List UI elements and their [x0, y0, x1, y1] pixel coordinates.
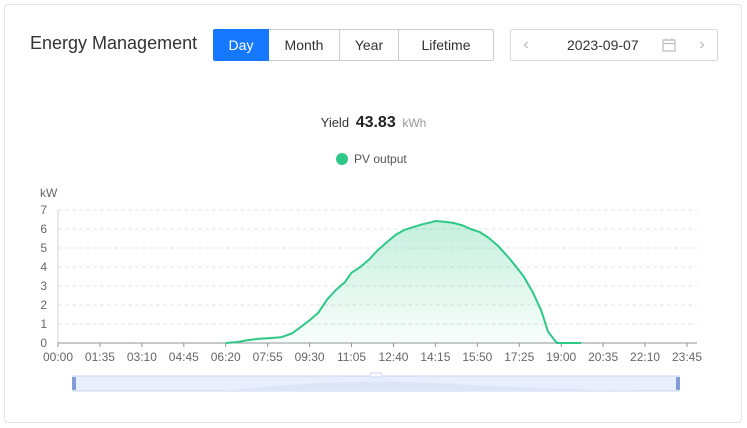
x-tick-label: 01:35: [85, 350, 115, 364]
x-tick-label: 12:40: [378, 350, 408, 364]
y-tick-label: 3: [40, 279, 47, 293]
power-chart: 0 1 2 3 4 5 6 7 kW 00:00 01:35 03:10 04:45 06:20 07:55…: [40, 186, 702, 392]
y-tick-label: 2: [40, 298, 47, 312]
zoom-slider[interactable]: [72, 372, 680, 392]
x-tick-label: 11:05: [337, 350, 366, 364]
zoom-handle-right[interactable]: [676, 377, 680, 390]
zoom-slider-grip[interactable]: [369, 372, 383, 378]
x-tick-label: 15:50: [462, 350, 492, 364]
x-tick-label: 20:35: [588, 350, 618, 364]
x-tick-label: 17:25: [504, 350, 534, 364]
x-tick-label: 19:00: [546, 350, 576, 364]
x-tick-label: 00:00: [43, 350, 73, 364]
x-tick-label: 09:30: [295, 350, 325, 364]
x-tick-label: 04:45: [169, 350, 199, 364]
x-tick-label: 23:45: [672, 350, 702, 364]
x-tick-label: 03:10: [127, 350, 157, 364]
y-tick-label: 4: [40, 260, 47, 274]
y-tick-label: 6: [40, 222, 47, 236]
x-tick-label: 14:15: [420, 350, 450, 364]
x-tick-label: 22:10: [630, 350, 660, 364]
zoom-handle-left[interactable]: [72, 377, 76, 390]
x-tick-label: 06:20: [211, 350, 241, 364]
y-tick-label: 5: [40, 241, 47, 255]
y-tick-label: 7: [40, 203, 47, 217]
x-tick-label: 07:55: [253, 350, 283, 364]
y-tick-label: 0: [40, 336, 47, 350]
y-axis-label: kW: [40, 186, 58, 200]
y-tick-label: 1: [40, 317, 47, 331]
